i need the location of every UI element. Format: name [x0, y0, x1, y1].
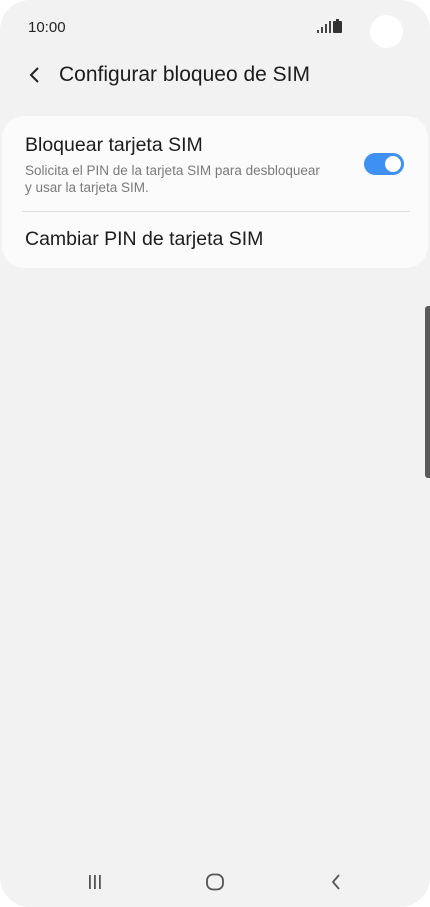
side-edge-handle[interactable] — [425, 306, 430, 478]
toggle-thumb — [383, 154, 403, 174]
status-bar: 10:00 — [0, 0, 430, 56]
change-pin-row[interactable]: Cambiar PIN de tarjeta SIM — [2, 212, 428, 268]
settings-card: Bloquear tarjeta SIM Solicita el PIN de … — [2, 116, 428, 268]
nav-back-button[interactable] — [321, 870, 351, 894]
lock-sim-toggle[interactable] — [364, 153, 404, 175]
navigation-bar — [0, 860, 430, 907]
lock-sim-description: Solicita el PIN de la tarjeta SIM para d… — [25, 163, 320, 195]
back-icon — [331, 874, 340, 890]
status-time: 10:00 — [28, 19, 66, 36]
app-bar: Configurar bloqueo de SIM — [0, 52, 430, 100]
home-button[interactable] — [200, 870, 230, 894]
lock-sim-row[interactable]: Bloquear tarjeta SIM Solicita el PIN de … — [2, 116, 428, 211]
page-title: Configurar bloqueo de SIM — [59, 63, 310, 86]
signal-icon — [317, 21, 331, 33]
lock-sim-title: Bloquear tarjeta SIM — [25, 134, 203, 156]
phone-screen: 10:00 Configurar bloqueo de SIM Bloquear… — [0, 0, 430, 907]
home-icon — [206, 873, 224, 891]
recents-button[interactable] — [80, 870, 110, 894]
battery-icon — [333, 19, 342, 33]
chevron-left-icon — [29, 67, 39, 83]
back-button[interactable] — [20, 60, 50, 90]
change-pin-title: Cambiar PIN de tarjeta SIM — [25, 228, 264, 250]
camera-cutout — [370, 15, 403, 48]
recents-icon — [89, 875, 101, 889]
